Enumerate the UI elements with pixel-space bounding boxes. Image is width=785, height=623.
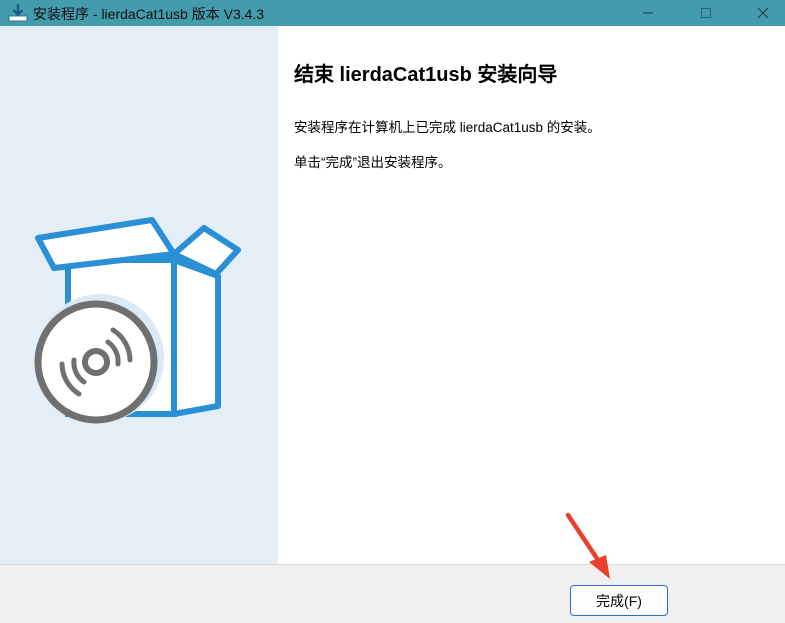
maximize-button[interactable] bbox=[683, 0, 729, 26]
minimize-button[interactable] bbox=[625, 0, 671, 26]
red-arrow-annotation bbox=[565, 512, 610, 579]
wizard-content: 结束 lierdaCat1usb 安装向导 安装程序在计算机上已完成 lierd… bbox=[278, 26, 785, 564]
minimize-icon bbox=[643, 12, 653, 14]
wizard-side-panel bbox=[0, 26, 278, 564]
window-title: 安装程序 - lierdaCat1usb 版本 V3.4.3 bbox=[33, 6, 265, 22]
maximize-icon bbox=[701, 8, 711, 18]
installer-app-icon bbox=[8, 3, 28, 23]
finish-button[interactable]: 完成(F) bbox=[570, 585, 668, 616]
exit-instruction: 单击“完成”退出安装程序。 bbox=[294, 155, 452, 170]
software-box-disc-icon bbox=[34, 217, 241, 424]
wizard-footer: 完成(F) bbox=[0, 564, 785, 623]
title-bar: 安装程序 - lierdaCat1usb 版本 V3.4.3 bbox=[0, 0, 785, 26]
close-icon bbox=[757, 7, 769, 19]
page-title: 结束 lierdaCat1usb 安装向导 bbox=[294, 64, 558, 86]
close-button[interactable] bbox=[740, 0, 785, 26]
completion-message: 安装程序在计算机上已完成 lierdaCat1usb 的安装。 bbox=[294, 120, 601, 135]
